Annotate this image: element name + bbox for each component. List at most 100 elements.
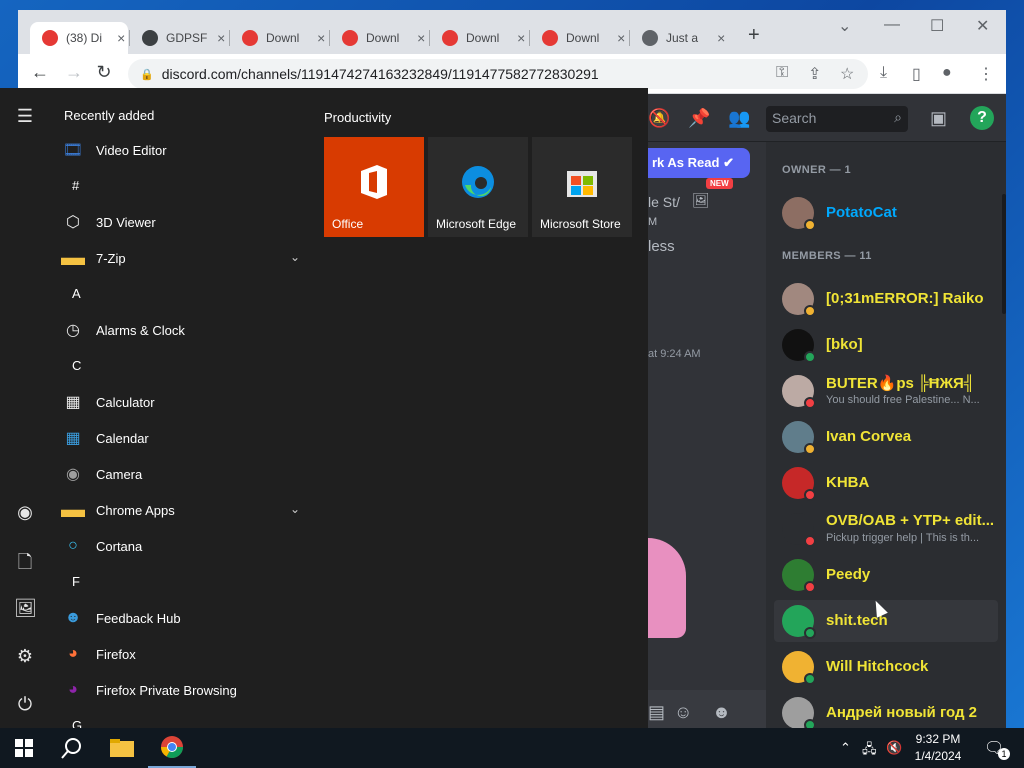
start-button[interactable] — [0, 728, 48, 768]
start-tile[interactable]: Microsoft Edge — [428, 137, 528, 237]
app-list-item[interactable]: ◕ Firefox Private Browsing — [60, 672, 306, 708]
menu-kebab-icon[interactable]: ⋮ — [978, 64, 994, 84]
member-item[interactable]: Peedy — [774, 554, 998, 596]
tab-close-icon[interactable]: × — [414, 30, 428, 46]
emoji-icon[interactable]: ☻ — [712, 702, 731, 723]
settings-gear-icon[interactable]: ⚙ — [14, 646, 36, 667]
hamburger-menu-icon[interactable]: ☰ — [14, 106, 36, 127]
message-input-bar[interactable]: ▤ ☺ ☻ — [648, 690, 766, 728]
member-item[interactable]: Ivan Corvea — [774, 416, 998, 458]
tab-close-icon[interactable]: × — [314, 30, 328, 46]
member-item[interactable]: [bko] — [774, 324, 998, 366]
recently-added-header: Recently added — [64, 108, 155, 123]
tab-close-icon[interactable]: × — [714, 30, 728, 46]
pin-icon[interactable]: 📌 — [688, 108, 710, 129]
browser-tab[interactable]: Downl × — [330, 22, 428, 54]
profile-avatar-icon[interactable]: ● — [942, 64, 952, 82]
inbox-icon[interactable]: ▣ — [930, 108, 947, 129]
search-input[interactable]: Search ⌕ — [766, 106, 908, 132]
member-item[interactable]: Андрей новый год 2 — [774, 692, 998, 728]
maximize-button[interactable]: ☐ — [930, 16, 944, 36]
alphabet-group-letter[interactable]: # — [72, 178, 79, 193]
feedback-icon: ☻ — [64, 609, 82, 626]
tab-search-icon[interactable]: ⌄ — [838, 16, 851, 36]
app-list-item[interactable]: ◉ Camera — [60, 456, 306, 492]
app-list-item[interactable]: ◷ Alarms & Clock — [60, 312, 306, 348]
key-icon[interactable]: ⚿ — [776, 64, 788, 82]
gif-icon[interactable]: ▤ — [648, 702, 665, 723]
help-icon[interactable]: ? — [970, 106, 994, 130]
mark-as-read-button[interactable]: rk As Read ✔ — [648, 148, 750, 178]
share-icon[interactable]: ⇪ — [808, 64, 821, 84]
forward-button[interactable]: → — [62, 62, 86, 83]
bookmark-star-icon[interactable]: ☆ — [840, 64, 854, 84]
browser-tab[interactable]: (38) Di × — [30, 22, 128, 54]
network-icon[interactable]: 🖧 — [862, 740, 877, 762]
user-account-icon[interactable]: ◉ — [14, 502, 36, 523]
chevron-down-icon[interactable]: ⌄ — [290, 502, 300, 516]
power-icon[interactable]: ⏻ — [14, 694, 36, 715]
app-list-item[interactable]: ○ Cortana — [60, 528, 306, 564]
show-hidden-icons-icon[interactable]: ⌃ — [840, 740, 851, 756]
alphabet-group-letter[interactable]: A — [72, 286, 81, 301]
new-tab-button[interactable]: + — [748, 24, 760, 47]
documents-icon[interactable]: 🗋 — [14, 550, 36, 580]
chevron-down-icon[interactable]: ⌄ — [290, 250, 300, 264]
download-icon — [242, 30, 258, 46]
browser-tab[interactable]: Downl × — [530, 22, 628, 54]
search-taskbar-button[interactable] — [48, 728, 96, 768]
tab-title: Downl — [266, 31, 300, 45]
alphabet-group-letter[interactable]: F — [72, 574, 80, 589]
app-list-item[interactable]: ☻ Feedback Hub — [60, 600, 306, 636]
member-item[interactable]: OVB/OAB + YTP+ edit... Pickup trigger hel… — [774, 508, 998, 550]
member-item[interactable]: KHBA — [774, 462, 998, 504]
member-custom-status: You should free Palestine... N... — [826, 394, 980, 406]
back-button[interactable]: ← — [28, 62, 52, 83]
browser-tab[interactable]: GDPSF × — [130, 22, 228, 54]
downloads-icon[interactable]: ⤓ — [880, 64, 887, 82]
chat-area: rk As Read ✔ NEW le St/ 🖼 M less at 9:24… — [648, 142, 766, 728]
member-item[interactable]: BUTER🔥ps ╠ĦЖЯ╣ You should free Palestine.… — [774, 370, 998, 412]
app-list-item[interactable]: ⬡ 3D Viewer — [60, 204, 306, 240]
chrome-taskbar-button[interactable] — [148, 728, 196, 768]
tab-close-icon[interactable]: × — [514, 30, 528, 46]
browser-tab[interactable]: Just a × — [630, 22, 728, 54]
embedded-image[interactable] — [648, 538, 686, 638]
browser-tab[interactable]: Downl × — [230, 22, 328, 54]
side-panel-icon[interactable]: ▯ — [912, 64, 921, 84]
browser-tab[interactable]: Downl × — [430, 22, 528, 54]
member-item[interactable]: [0;31mERROR:] Raiko — [774, 278, 998, 320]
pictures-icon[interactable]: 🖼 — [14, 598, 37, 619]
mute-bell-icon[interactable]: 🔕 — [648, 108, 670, 129]
minimize-button[interactable]: — — [884, 16, 900, 34]
reload-button[interactable]: ↻ — [92, 62, 116, 83]
app-list-item[interactable]: ◕ Firefox — [60, 636, 306, 672]
tab-close-icon[interactable]: × — [114, 30, 128, 46]
app-label: Chrome Apps — [96, 502, 175, 518]
taskbar: ⌃ 🖧 🔇 9:32 PM 1/4/2024 🗨 1 — [0, 728, 1024, 768]
app-list-item[interactable]: ▦ Calculator — [60, 384, 306, 420]
app-list-item[interactable]: ▦ Calendar — [60, 420, 306, 456]
file-explorer-button[interactable] — [98, 728, 146, 768]
tab-close-icon[interactable]: × — [614, 30, 628, 46]
member-item[interactable]: Will Hitchcock — [774, 646, 998, 688]
address-bar[interactable]: 🔒 discord.com/channels/11914742741632328… — [128, 59, 868, 89]
video-editor-icon: 🎞 — [62, 142, 84, 159]
app-label: 7-Zip — [96, 250, 126, 266]
member-list-icon[interactable]: 👥 — [728, 108, 750, 129]
member-item[interactable]: PotatoCat — [774, 192, 998, 234]
alphabet-group-letter[interactable]: G — [72, 718, 82, 728]
member-list-scrollbar[interactable] — [1002, 194, 1006, 314]
member-item[interactable]: shit.tech — [774, 600, 998, 642]
volume-muted-icon[interactable]: 🔇 — [886, 740, 902, 756]
tab-close-icon[interactable]: × — [214, 30, 228, 46]
alphabet-group-letter[interactable]: C — [72, 358, 81, 373]
close-window-button[interactable]: ✕ — [976, 16, 989, 36]
sticker-icon[interactable]: ☺ — [674, 702, 692, 723]
start-tile[interactable]: Microsoft Store — [532, 137, 632, 237]
app-folder[interactable]: ▬ Chrome Apps ⌄ — [60, 492, 306, 528]
app-list-item[interactable]: 🎞 Video Editor — [60, 132, 306, 168]
taskbar-clock[interactable]: 9:32 PM 1/4/2024 — [908, 731, 968, 765]
app-folder[interactable]: ▬ 7-Zip ⌄ — [60, 240, 306, 276]
start-tile[interactable]: Office — [324, 137, 424, 237]
